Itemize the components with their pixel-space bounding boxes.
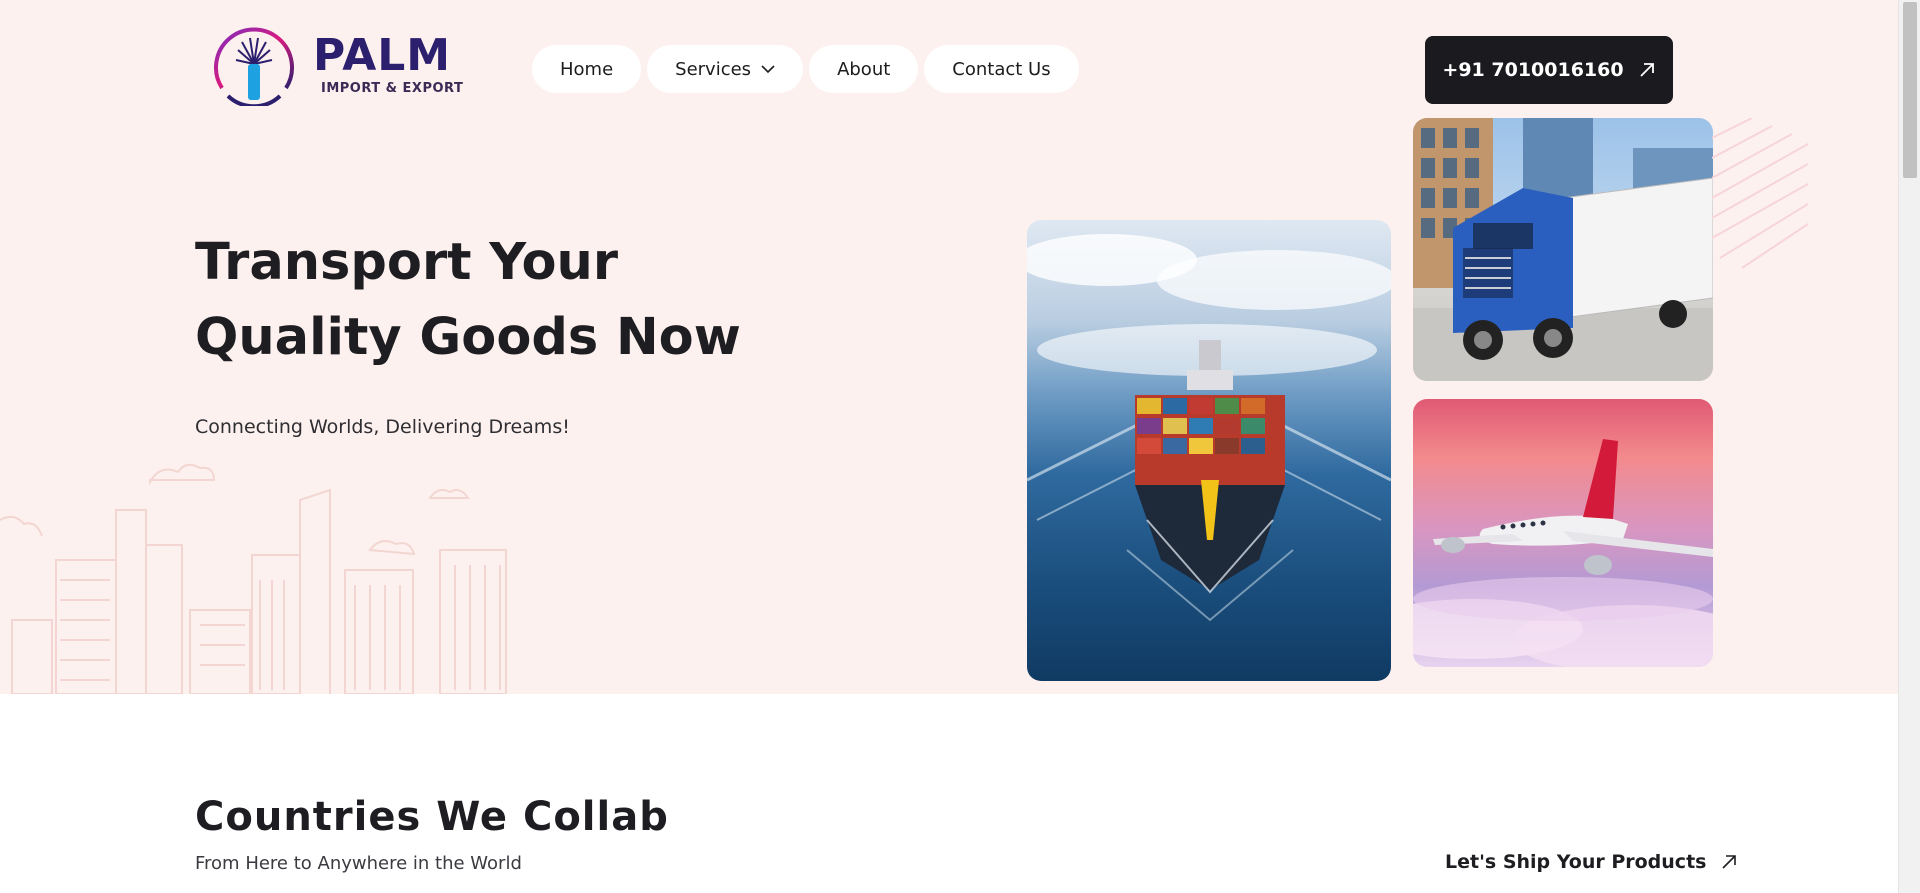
decorative-stripes	[1712, 118, 1808, 269]
collab-subtitle: From Here to Anywhere in the World	[195, 853, 522, 874]
hero-section: PALM IMPORT & EXPORT Home Services About…	[0, 0, 1898, 694]
chevron-down-icon	[761, 64, 775, 73]
airplane-illustration	[1413, 439, 1713, 667]
palm-logo-icon	[214, 27, 294, 106]
hero-subtitle: Connecting Worlds, Delivering Dreams!	[195, 416, 570, 438]
airplane-image	[1413, 399, 1713, 667]
ship-products-label: Let's Ship Your Products	[1445, 851, 1707, 873]
cargo-ship-illustration	[1027, 234, 1391, 622]
hero-title: Transport Your Quality Goods Now	[195, 233, 741, 367]
nav-services[interactable]: Services	[647, 45, 804, 93]
cargo-ship-image	[1027, 220, 1391, 681]
nav-about[interactable]: About	[809, 45, 919, 93]
truck-illustration	[1413, 118, 1713, 381]
scrollbar-thumb[interactable]	[1903, 2, 1917, 178]
truck-image	[1413, 118, 1713, 381]
page-scrollbar[interactable]	[1898, 0, 1920, 893]
nav-services-label: Services	[675, 58, 752, 80]
collab-title: Countries We Collab	[195, 794, 669, 840]
phone-call-button[interactable]: +91 7010016160	[1425, 36, 1673, 104]
nav-home-label: Home	[560, 58, 614, 80]
nav-contact[interactable]: Contact Us	[924, 45, 1079, 93]
brand-name: PALM	[313, 30, 452, 81]
ship-products-link[interactable]: Let's Ship Your Products	[1445, 851, 1738, 873]
brand-tagline: IMPORT & EXPORT	[321, 81, 464, 96]
phone-number: +91 7010016160	[1442, 59, 1624, 81]
arrow-up-right-icon	[1639, 63, 1654, 77]
city-skyline-illustration	[0, 463, 507, 694]
nav-home[interactable]: Home	[532, 45, 642, 93]
nav-about-label: About	[837, 58, 891, 80]
arrow-up-right-icon	[1722, 855, 1737, 869]
nav-contact-label: Contact Us	[952, 58, 1051, 80]
brand-logo[interactable]: PALM IMPORT & EXPORT	[208, 22, 470, 108]
main-nav: Home Services About Contact Us	[532, 45, 1079, 93]
